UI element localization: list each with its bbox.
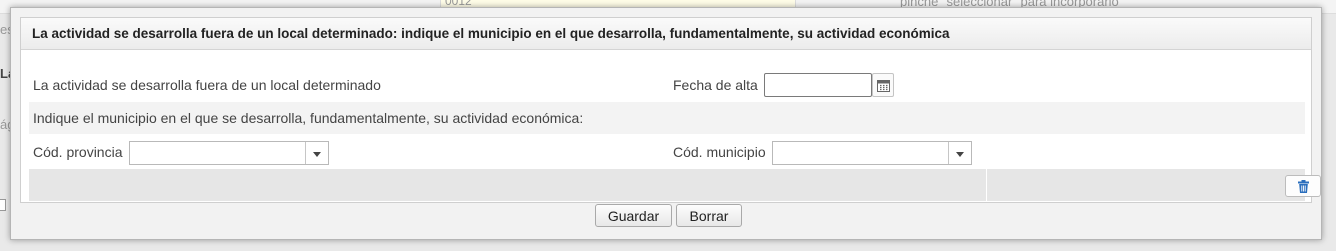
- municipio-hint-label: Indique el municipio en el que se desarr…: [33, 110, 584, 126]
- calendar-icon: [877, 80, 890, 92]
- municipio-label: Cód. municipio: [673, 144, 766, 160]
- form-panel: La actividad se desarrolla fuera de un l…: [20, 17, 1321, 203]
- form-row-actions: [29, 169, 1321, 201]
- panel-title: La actividad se desarrolla fuera de un l…: [21, 18, 1311, 50]
- fecha-alta-label: Fecha de alta: [673, 77, 758, 93]
- chevron-down-icon[interactable]: [948, 142, 971, 164]
- form-row-activity: La actividad se desarrolla fuera de un l…: [29, 67, 1305, 101]
- delete-button[interactable]: [1285, 175, 1321, 197]
- calendar-button[interactable]: [872, 73, 894, 97]
- municipio-select[interactable]: [772, 141, 972, 165]
- provincia-select[interactable]: [129, 141, 329, 165]
- background-checkbox: [0, 199, 6, 211]
- trash-icon: [1298, 180, 1309, 193]
- modal-dialog: La actividad se desarrolla fuera de un l…: [10, 7, 1322, 240]
- row-divider: [986, 169, 987, 201]
- form-row-municipio-hint: Indique el municipio en el que se desarr…: [29, 102, 1305, 134]
- form-row-codes: Cód. provincia Cód. municipio: [29, 135, 1305, 169]
- activity-label: La actividad se desarrolla fuera de un l…: [33, 77, 381, 93]
- fecha-alta-input[interactable]: [764, 73, 872, 97]
- provincia-label: Cód. provincia: [33, 144, 123, 160]
- save-button[interactable]: Guardar: [595, 204, 672, 227]
- chevron-down-icon[interactable]: [305, 142, 328, 164]
- clear-button[interactable]: Borrar: [676, 204, 742, 227]
